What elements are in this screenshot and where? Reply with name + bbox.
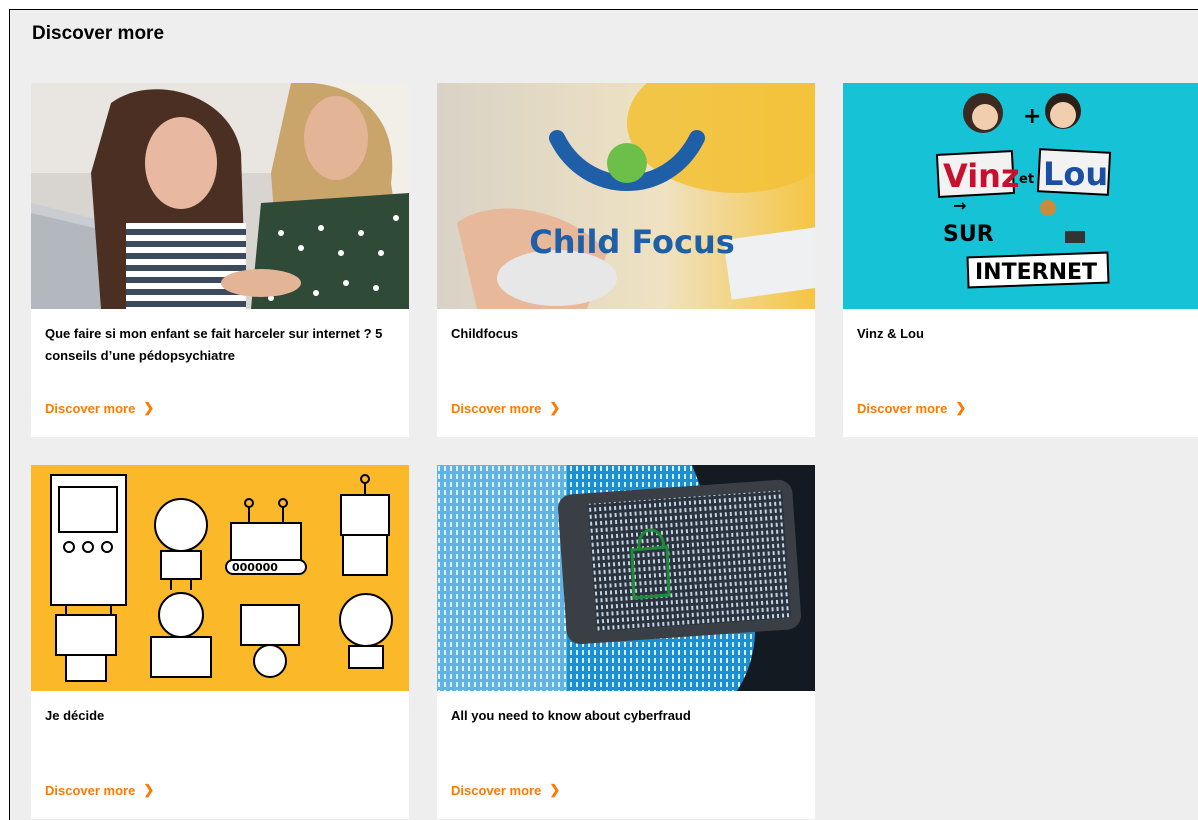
card-harassment[interactable]: Que faire si mon enfant se fait harceler… bbox=[31, 83, 409, 437]
card-title: Childfocus bbox=[451, 326, 519, 341]
discover-more-link[interactable]: Discover more ❯ bbox=[857, 400, 966, 416]
link-label: Discover more bbox=[45, 400, 136, 416]
chevron-right-icon: ❯ bbox=[549, 400, 561, 415]
chevron-right-icon: ❯ bbox=[955, 400, 967, 415]
card-title: All you need to know about cyberfraud bbox=[451, 708, 691, 723]
svg-text:+: + bbox=[1023, 104, 1041, 129]
smartphone-binary-lock-image[interactable] bbox=[437, 465, 815, 691]
link-label: Discover more bbox=[45, 782, 136, 798]
mother-daughter-laptop-image[interactable] bbox=[31, 83, 409, 309]
link-label: Discover more bbox=[451, 400, 542, 416]
discover-more-section: Discover more Que faire si mon enfant se… bbox=[9, 9, 1198, 820]
et-text: et bbox=[1019, 172, 1034, 187]
chevron-right-icon: ❯ bbox=[549, 782, 561, 797]
link-label: Discover more bbox=[451, 782, 542, 798]
card-childfocus[interactable]: Child Focus Childfocus Discover more ❯ bbox=[437, 83, 815, 437]
chevron-right-icon: ❯ bbox=[143, 400, 155, 415]
discover-more-link[interactable]: Discover more ❯ bbox=[45, 782, 154, 798]
card-title: Vinz & Lou bbox=[857, 326, 924, 341]
vinz-text: Vinz bbox=[943, 157, 1020, 195]
card-title: Que faire si mon enfant se fait harceler… bbox=[45, 326, 383, 363]
card-vinz-lou[interactable]: + Vinz et Lou → SUR INTERNET Vinz & Lou … bbox=[843, 83, 1198, 437]
internet-text: INTERNET bbox=[975, 260, 1097, 285]
link-label: Discover more bbox=[857, 400, 948, 416]
robot-tread-counter: 000000 bbox=[232, 561, 278, 574]
card-je-decide[interactable]: 000000 Je décide Discover more ❯ bbox=[31, 465, 409, 819]
sur-text: SUR bbox=[943, 222, 994, 247]
card-cyberfraud[interactable]: All you need to know about cyberfraud Di… bbox=[437, 465, 815, 819]
card-title: Je décide bbox=[45, 708, 105, 723]
child-focus-image[interactable]: Child Focus bbox=[437, 83, 815, 309]
section-title: Discover more bbox=[32, 23, 165, 44]
discover-more-link[interactable]: Discover more ❯ bbox=[451, 782, 560, 798]
discover-more-link[interactable]: Discover more ❯ bbox=[451, 400, 560, 416]
robots-image[interactable]: 000000 bbox=[31, 465, 409, 691]
svg-text:→: → bbox=[953, 196, 966, 215]
vinz-et-lou-image[interactable]: + Vinz et Lou → SUR INTERNET bbox=[843, 83, 1198, 309]
lou-text: Lou bbox=[1043, 155, 1108, 193]
chevron-right-icon: ❯ bbox=[143, 782, 155, 797]
discover-more-link[interactable]: Discover more ❯ bbox=[45, 400, 154, 416]
child-focus-logo-text: Child Focus bbox=[529, 223, 735, 261]
